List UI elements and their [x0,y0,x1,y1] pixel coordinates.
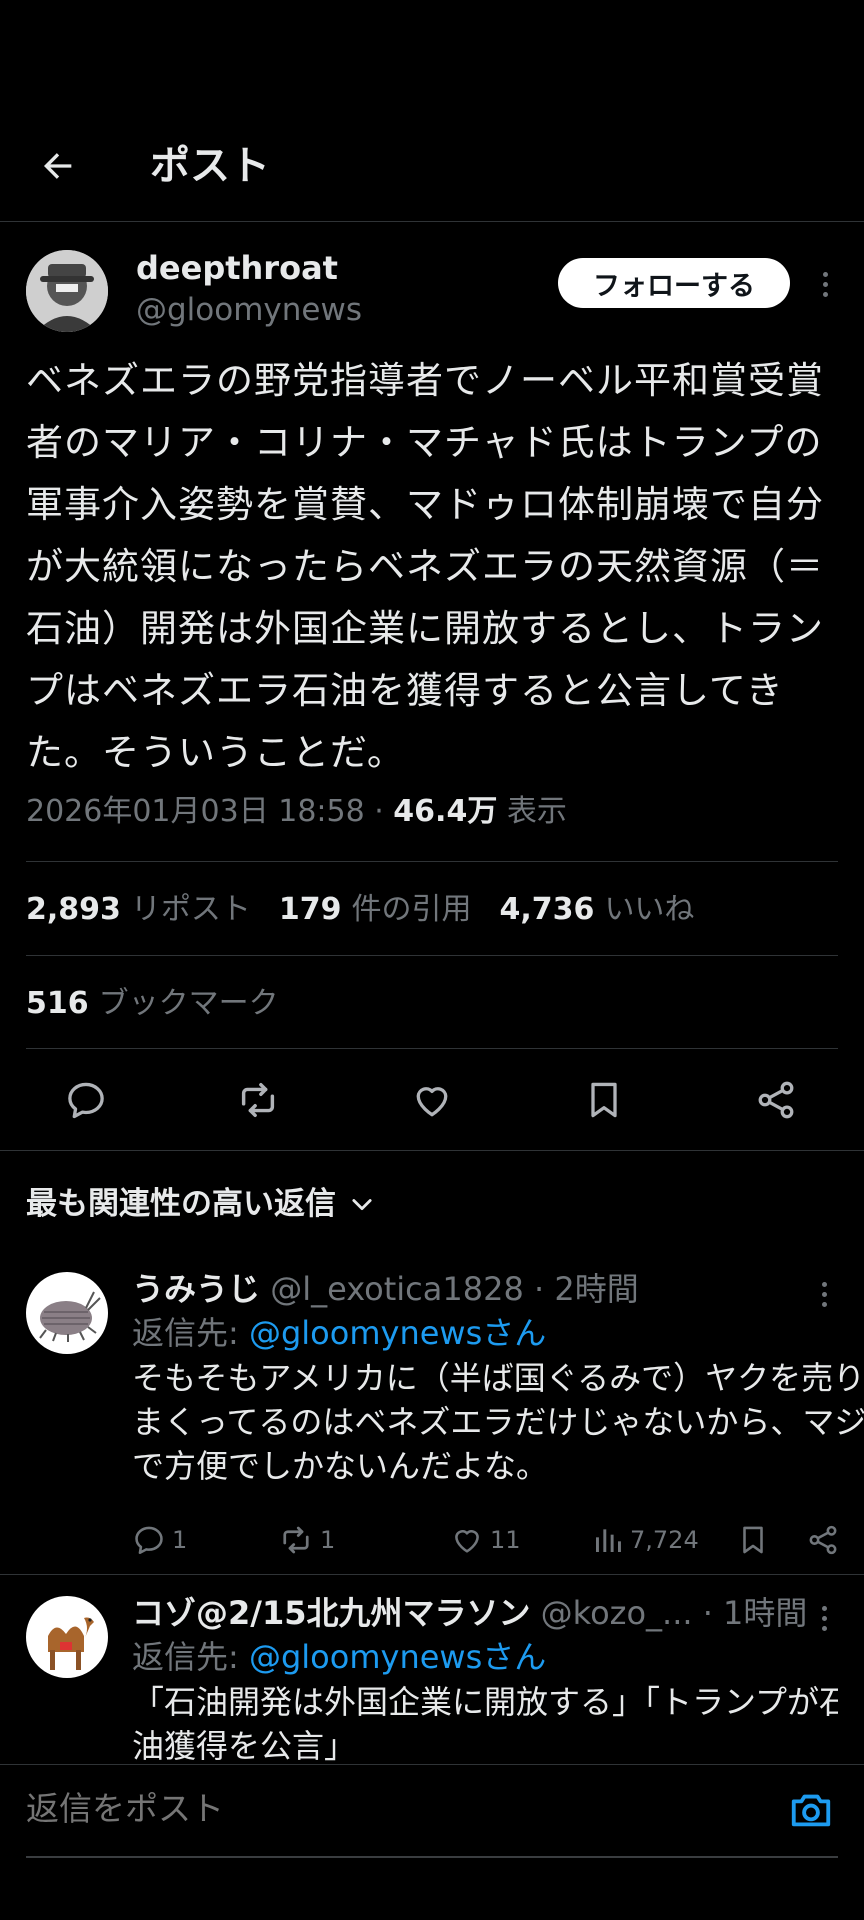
author-handle[interactable]: @gloomynews [136,290,362,330]
reply-to-prefix: 返信先: [132,1638,249,1676]
divider [0,1574,864,1575]
reply-to-line: 返信先: @gloomynewsさん [132,1634,546,1680]
reply-author-handle[interactable]: @l_exotica1828 [270,1270,524,1308]
bookmarks-count: 516 [26,986,89,1021]
reply-count: 1 [172,1526,188,1554]
avatar[interactable] [26,250,108,332]
engagement-stats: 2,893 リポスト 179 件の引用 4,736 いいね [26,886,694,934]
views-count: 46.4万 [393,794,498,829]
repost-count: 1 [320,1526,336,1554]
sort-label: 最も関連性の高い返信 [26,1186,336,1222]
bookmarks-label: ブックマーク [98,986,279,1021]
analytics-icon [596,1529,621,1552]
reply-header: コゾ@2/15北九州マラソン @kozo_... · 1時間 [132,1596,812,1636]
post-timestamp[interactable]: 2026年01月03日 18:58 [26,794,365,829]
top-bar: ポスト [0,130,864,222]
avatar[interactable] [26,1272,108,1354]
reply-text: そもそもアメリカに（半ば国ぐるみで）ヤクを売りまくってるのはベネズエラだけじゃな… [132,1359,864,1485]
reply-button[interactable]: 1 [132,1518,187,1562]
reply-text: 「石油開発は外国企業に開放する」「トランプが石油獲得を公言」 [132,1683,838,1764]
quotes-stat[interactable]: 179 件の引用 [279,886,472,934]
repost-button[interactable]: 1 [278,1518,335,1562]
reply-input[interactable] [26,1783,726,1835]
more-options-icon[interactable] [810,266,840,302]
divider [26,955,838,956]
likes-label: いいね [604,892,695,927]
divider [26,861,838,862]
reply-time[interactable]: · 2時間 [524,1270,639,1308]
more-options-icon[interactable] [814,1600,834,1636]
like-count: 11 [490,1526,521,1554]
quotes-label: 件の引用 [351,892,472,927]
post-meta: 2026年01月03日 18:58 · 46.4万 表示 [26,788,567,836]
divider [0,1150,864,1151]
camera-icon[interactable] [786,1785,836,1835]
repost-icon [283,1526,309,1554]
reply-to-link[interactable]: @gloomynewsさん [249,1638,546,1676]
views-label: 表示 [497,794,567,829]
reply-composer [0,1764,864,1858]
share-icon[interactable] [752,1076,800,1124]
reply-item[interactable]: うみうじ @l_exotica1828 · 2時間 返信先: @gloomyne… [26,1270,864,1572]
post-text: ベネズエラの野党指導者でノーベル平和賞受賞者のマリア・コリナ・マチャド氏はトラン… [26,359,824,774]
bookmark-icon[interactable] [580,1076,628,1124]
reposts-count: 2,893 [26,892,121,927]
reply-icon [135,1526,163,1555]
bookmarks-stat[interactable]: 516 ブックマーク [26,980,279,1028]
reply-to-prefix: 返信先: [132,1314,249,1352]
reply-sort-selector[interactable]: 最も関連性の高い返信 [26,1180,376,1228]
post-author: deepthroat @gloomynews フォローする [26,248,838,338]
like-icon[interactable] [408,1076,456,1124]
avatar[interactable] [26,1596,108,1678]
reply-icon[interactable] [62,1076,110,1124]
more-options-icon[interactable] [814,1276,834,1312]
bookmark-icon [743,1526,763,1554]
quotes-count: 179 [278,892,342,927]
reply-actions: 1 1 11 7,724 [132,1518,852,1562]
post-actions [0,1070,864,1130]
share-icon [809,1525,837,1555]
reposts-stat[interactable]: 2,893 リポスト [26,886,251,934]
composer-underline [26,1856,838,1858]
reply-item[interactable]: コゾ@2/15北九州マラソン @kozo_... · 1時間 返信先: @glo… [26,1596,838,1764]
likes-stat[interactable]: 4,736 いいね [500,886,695,934]
chevron-down-icon [352,1199,372,1211]
likes-count: 4,736 [499,892,595,927]
like-button[interactable]: 11 [450,1518,521,1562]
follow-button[interactable]: フォローする [558,258,790,308]
views-count: 7,724 [630,1526,699,1554]
reply-to-link[interactable]: @gloomynewsさん [249,1314,546,1352]
reposts-label: リポスト [130,892,251,927]
author-name[interactable]: deepthroat [136,248,338,288]
share-button[interactable] [806,1518,840,1562]
meta-separator: · [364,794,394,829]
page-title: ポスト [150,143,270,189]
reply-author-handle[interactable]: @kozo_... [541,1596,693,1632]
like-icon [455,1530,479,1553]
divider [26,1048,838,1049]
reply-time[interactable]: · 1時間 [693,1596,808,1632]
reply-author-name[interactable]: うみうじ [132,1270,260,1308]
repost-icon[interactable] [234,1076,282,1124]
back-arrow-icon[interactable] [34,142,82,190]
bookmark-button[interactable] [736,1518,770,1562]
reply-author-name[interactable]: コゾ@2/15北九州マラソン [132,1596,531,1632]
reply-to-line: 返信先: @gloomynewsさん [132,1310,546,1356]
views-button[interactable]: 7,724 [592,1518,699,1562]
reply-header: うみうじ @l_exotica1828 · 2時間 [132,1266,812,1312]
